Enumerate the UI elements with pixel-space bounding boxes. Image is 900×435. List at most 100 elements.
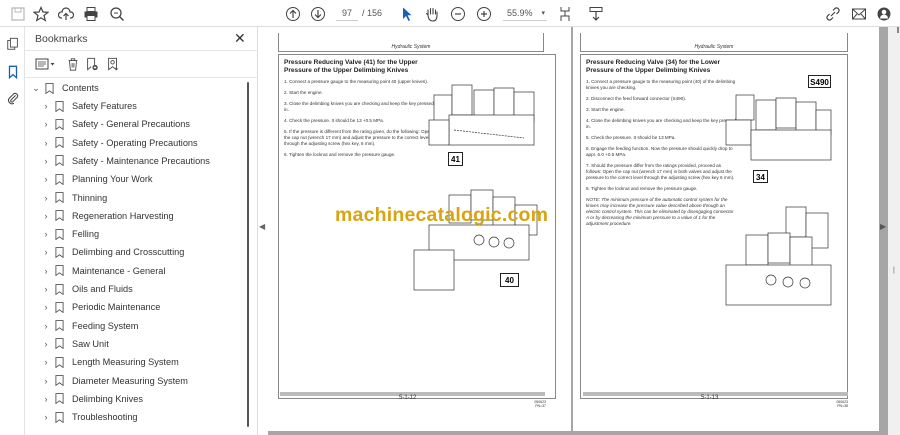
bookmark-item[interactable]: › Saw Unit (41, 335, 109, 353)
chevron-right-icon[interactable]: › (41, 211, 51, 221)
bookmark-label: Safety - Maintenance Precautions (72, 155, 210, 166)
bookmark-item[interactable]: › Maintenance - General (41, 262, 165, 280)
chevron-right-icon[interactable]: › (41, 412, 51, 422)
bookmark-item[interactable]: › Periodic Maintenance (41, 298, 160, 316)
step: 5. If the pressure is different from the… (284, 129, 433, 146)
bookmark-item[interactable]: › Delimbing Knives (41, 390, 143, 408)
hand-icon[interactable] (422, 4, 442, 24)
close-icon[interactable]: ✕ (234, 30, 246, 47)
zoom-level-select[interactable]: 55.9% ▾ (503, 6, 547, 21)
chevron-right-icon[interactable]: › (41, 321, 51, 331)
panel-title: Bookmarks (35, 33, 88, 45)
chevron-right-icon[interactable]: › (41, 156, 51, 166)
callout-label: S490 (808, 75, 831, 88)
account-icon[interactable] (874, 4, 894, 24)
previous-page-icon[interactable] (283, 4, 303, 24)
callout-label: 40 (500, 273, 519, 287)
chevron-right-icon[interactable]: › (41, 138, 51, 148)
bookmark-item[interactable]: › Safety Features (41, 97, 137, 115)
bookmark-icon (55, 301, 65, 314)
chevron-right-icon[interactable]: › (41, 101, 51, 111)
bookmark-item[interactable]: › Oils and Fluids (41, 280, 133, 298)
bookmark-icon (55, 100, 65, 112)
delete-bookmark-icon[interactable] (65, 56, 81, 72)
chevron-right-icon[interactable]: › (41, 266, 51, 276)
chevron-right-icon[interactable]: › (41, 339, 51, 349)
scroll-mode-icon[interactable] (586, 4, 606, 24)
scrollbar-thumb[interactable] (247, 82, 249, 427)
bookmark-star-icon[interactable] (31, 4, 51, 24)
bookmark-item[interactable]: › Troubleshooting (41, 408, 138, 426)
bookmark-label: Safety Features (72, 101, 137, 111)
chevron-right-icon[interactable]: › (41, 394, 51, 404)
bookmark-options-icon[interactable] (35, 56, 57, 72)
save-icon[interactable] (8, 4, 28, 24)
bookmark-item[interactable]: › Diameter Measuring System (41, 372, 188, 390)
valve-illustration (725, 94, 832, 161)
chevron-right-icon[interactable]: › (41, 229, 51, 239)
zoom-in-icon[interactable] (474, 4, 494, 24)
document-view: Hydraulic System Pressure Reducing Valve… (266, 27, 888, 435)
bookmark-label: Regeneration Harvesting (72, 210, 174, 221)
add-bookmark-icon[interactable] (84, 56, 100, 72)
bookmark-item[interactable]: › Safety - Operating Precautions (41, 134, 198, 152)
bookmark-item[interactable]: › Thinning (41, 189, 107, 207)
chevron-right-icon[interactable]: › (41, 284, 51, 294)
page-total: / 156 (362, 8, 383, 18)
bookmark-label: Oils and Fluids (72, 284, 133, 294)
bookmark-item[interactable]: › Delimbing and Crosscutting (41, 243, 184, 261)
zoom-level-value: 55.9% (507, 8, 533, 18)
step: 7. Should the pressure differ from the r… (586, 163, 735, 180)
chevron-right-icon[interactable]: › (41, 376, 51, 386)
chevron-right-icon[interactable]: › (41, 247, 51, 257)
page-thumbnails-icon[interactable] (4, 35, 21, 52)
select-cursor-icon[interactable] (397, 4, 417, 24)
page-number-input[interactable]: 97 (336, 6, 358, 21)
expand-right-panel-icon[interactable]: ▶ (880, 222, 886, 231)
bookmark-item[interactable]: › Felling (41, 225, 99, 243)
bookmark-label: Troubleshooting (72, 412, 138, 423)
bookmark-icon (55, 118, 65, 131)
zoom-search-icon[interactable] (107, 4, 127, 24)
watermark: machinecatalogic.com (335, 204, 549, 226)
bookmark-item-contents[interactable]: ⌄ Contents (31, 79, 99, 97)
bookmark-item[interactable]: › Feeding System (41, 317, 138, 335)
bookmarks-panel-icon[interactable] (4, 63, 21, 80)
bookmark-icon (55, 173, 65, 186)
bookmarks-scrollbar[interactable] (245, 82, 251, 432)
chevron-right-icon[interactable]: › (41, 193, 51, 203)
note: NOTE: The minimum pressure of the automa… (586, 197, 734, 226)
email-icon[interactable] (849, 4, 869, 24)
next-page-icon[interactable] (308, 4, 328, 24)
chevron-right-icon[interactable]: › (41, 174, 51, 184)
bookmark-item[interactable]: › Length Measuring System (41, 353, 179, 371)
page-fit-icon[interactable] (556, 4, 576, 24)
bookmark-item[interactable]: › Safety - Maintenance Precautions (41, 152, 210, 170)
valve-illustration (413, 189, 538, 291)
bookmark-item[interactable]: › Planning Your Work (41, 170, 153, 188)
attachments-icon[interactable] (4, 89, 21, 106)
collapse-panel-icon[interactable]: ◀ (259, 222, 265, 231)
chevron-right-icon[interactable]: › (41, 119, 51, 129)
bookmark-item[interactable]: › Regeneration Harvesting (41, 207, 174, 225)
zoom-out-icon[interactable] (448, 4, 468, 24)
bookmark-toolbar (25, 50, 258, 78)
scrollbar-thumb[interactable] (897, 27, 899, 33)
share-link-icon[interactable] (823, 4, 843, 24)
chevron-right-icon[interactable]: › (41, 357, 51, 367)
page-code: 050623 PN=38 (836, 400, 848, 408)
search-bookmark-icon[interactable] (105, 56, 121, 72)
chevron-right-icon[interactable]: › (41, 302, 51, 312)
print-icon[interactable] (81, 4, 101, 24)
chevron-down-icon[interactable]: ⌄ (31, 83, 41, 94)
section-title: Pressure Reducing Valve (41) for the Upp… (284, 59, 418, 74)
cloud-upload-icon[interactable] (56, 4, 76, 24)
procedure-steps: 1. Connect a pressure gauge to the measu… (586, 79, 736, 232)
callout-label: 41 (448, 152, 463, 166)
bookmark-label: Felling (72, 229, 100, 240)
document-scrollbar[interactable]: | (888, 27, 900, 435)
bookmarks-panel: Bookmarks ✕ ⌄ Contents › Safety Features › Sa… (25, 27, 258, 435)
step: 4. Close the delimbing knives you are ch… (586, 118, 736, 129)
navigation-rail (0, 27, 25, 435)
bookmark-item[interactable]: › Safety - General Precautions (41, 115, 190, 133)
